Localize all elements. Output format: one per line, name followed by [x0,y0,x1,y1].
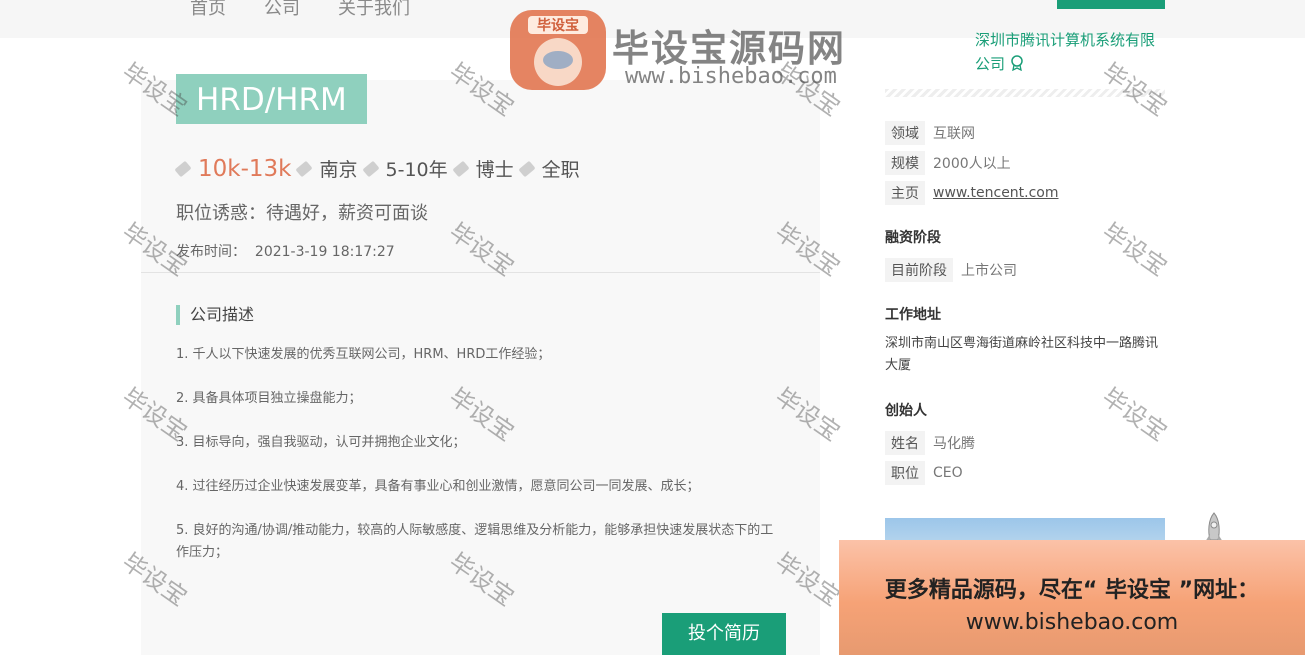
founder-title: 创始人 [885,403,927,419]
job-title: HRD/HRM [176,74,367,124]
founder-name-label: 姓名 [885,431,925,455]
company-field: 领域 互联网 [885,121,975,145]
tag-icon [361,160,380,177]
company-scale: 规模 2000人以上 [885,151,1011,175]
job-meta: 10k-13k 南京 5-10年 博士 全职 [174,155,580,182]
field-value: 互联网 [933,126,975,142]
funding-title: 融资阶段 [885,230,941,246]
founder-pos-value: CEO [933,465,963,481]
nav-item-about[interactable]: 关于我们 [338,0,410,20]
work-address: 深圳市南山区粤海街道麻岭社区科技中一路腾讯大厦 [885,336,1159,373]
watermark-logo-url: www.bishebao.com [625,64,837,89]
tag-icon [518,160,536,177]
description-item: 1. 千人以下快速发展的优秀互联网公司，HRM、HRD工作经验； [176,347,551,362]
apply-button[interactable]: 投个简历 [662,613,786,655]
description-item: 2. 具备具体项目独立操盘能力； [176,391,362,406]
top-action-button[interactable] [1057,0,1165,9]
job-experience: 5-10年 [385,159,448,181]
watermark-text: 毕设宝 [1097,217,1173,282]
publish-time: 发布时间： 2021-3-19 18:17:27 [176,241,395,261]
banner-line-1: 更多精品源码，尽在“ 毕设宝 ”网址： [884,578,1260,603]
section-title: 公司描述 [176,305,254,325]
publish-label: 发布时间： [176,244,246,260]
scale-label: 规模 [885,151,925,175]
founder-pos-label: 职位 [885,461,925,485]
scale-value: 2000人以上 [933,156,1011,172]
job-type: 全职 [541,159,580,181]
divider [141,272,820,273]
verified-badge-icon [1011,55,1023,72]
job-lure: 职位诱惑：待遇好，薪资可面谈 [176,203,428,224]
nav-item-company[interactable]: 公司 [264,0,300,20]
job-salary: 10k-13k [198,155,292,182]
banner-line-2: www.bishebao.com [965,610,1179,635]
nav-item-home[interactable]: 首页 [190,0,226,20]
main-nav: 首页 公司 关于我们 [190,0,410,20]
field-label: 领域 [885,121,925,145]
watermark-text: 毕设宝 [1097,382,1173,447]
job-description: 1. 千人以下快速发展的优秀互联网公司，HRM、HRD工作经验； 2. 具备具体… [176,344,786,586]
founder-name: 姓名 马化腾 [885,431,975,455]
description-item: 5. 良好的沟通/协调/推动能力，较高的人际敏感度、逻辑思维及分析能力，能够承担… [176,523,774,560]
tag-icon [174,160,192,177]
company-name-text[interactable]: 深圳市腾讯计算机系统有限公司 [975,31,1155,73]
address-title: 工作地址 [885,307,941,323]
job-education: 博士 [475,159,514,181]
company-homepage: 主页 www.tencent.com [885,181,1059,205]
promo-banner: 更多精品源码，尽在“ 毕设宝 ”网址： www.bishebao.com [839,540,1305,655]
stage-label: 目前阶段 [885,258,953,282]
description-item: 4. 过往经历过企业快速发展变革，具备有事业心和创业激情，愿意同公司一同发展、成… [176,479,700,494]
decorative-stripe [885,89,1165,97]
logo-badge-text: 毕设宝 [537,17,579,34]
homepage-link[interactable]: www.tencent.com [933,185,1059,201]
stage-value: 上市公司 [961,263,1017,279]
tag-icon [452,160,470,177]
job-city: 南京 [319,159,358,181]
funding-stage: 目前阶段 上市公司 [885,258,1017,282]
founder-name-value: 马化腾 [933,436,975,452]
publish-value: 2021-3-19 18:17:27 [254,244,395,260]
homepage-label: 主页 [885,181,925,205]
company-name[interactable]: 深圳市腾讯计算机系统有限公司 [975,28,1165,76]
watermark-logo-icon: 毕设宝 [510,10,606,90]
tag-icon [295,160,314,177]
description-item: 3. 目标导向，强自我驱动，认可并拥抱企业文化； [176,435,466,450]
founder-position: 职位 CEO [885,461,963,485]
